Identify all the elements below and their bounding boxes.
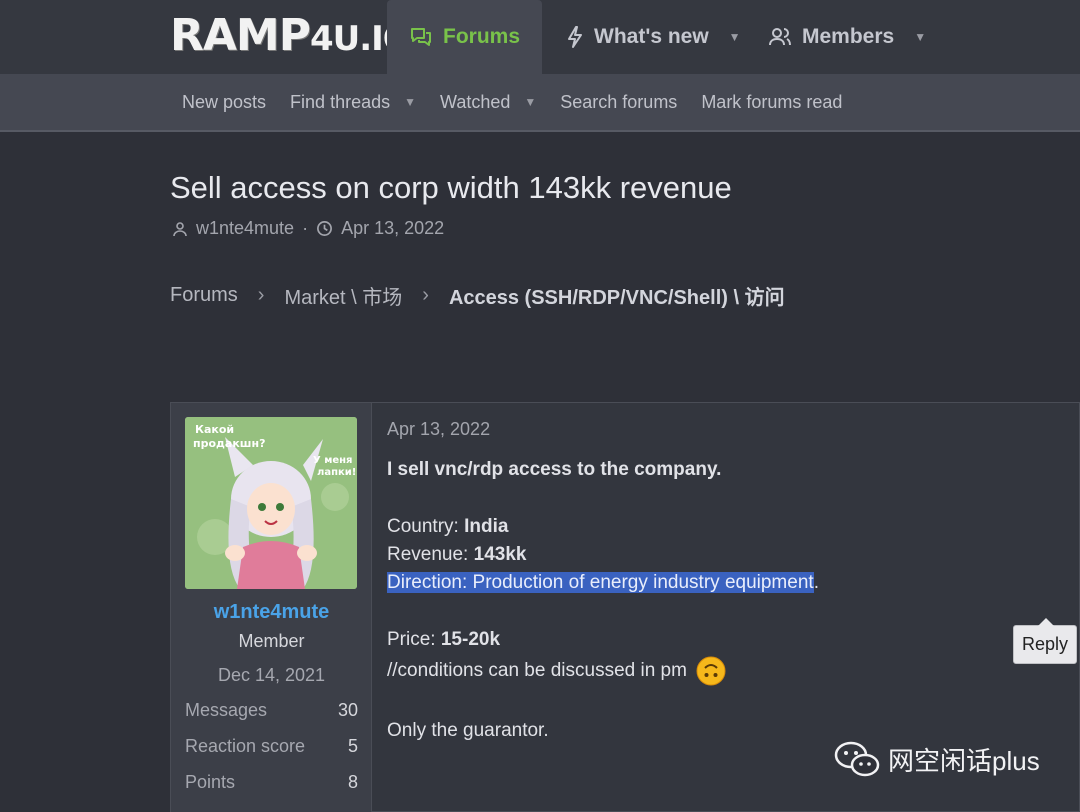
- post-username[interactable]: w1nte4mute: [171, 601, 372, 624]
- tab-whats-new-label: What's new: [594, 25, 709, 48]
- subnav-find-threads-label: Find threads: [290, 91, 391, 112]
- price-label: Price:: [387, 629, 441, 650]
- stat-label: Messages: [185, 700, 268, 720]
- svg-text:лапки!: лапки!: [317, 467, 356, 478]
- revenue-value: 143kk: [473, 544, 527, 565]
- site-logo[interactable]: RAMP 4U.IO: [170, 10, 412, 61]
- conditions-text: //conditions can be discussed in pm: [387, 660, 687, 681]
- breadcrumb-forums[interactable]: Forums: [170, 284, 238, 307]
- subnav-watched-label: Watched: [440, 91, 511, 112]
- logo-main-text: RAMP: [170, 10, 311, 61]
- user-joined-date: Dec 14, 2021: [217, 665, 326, 685]
- users-icon: [769, 28, 791, 46]
- top-navigation: RAMP 4U.IO Forums What's new ▼ Members ▼: [0, 0, 1080, 74]
- stat-value: 8: [347, 772, 358, 792]
- svg-text:У меня: У меня: [313, 455, 352, 466]
- tab-members[interactable]: Members ▼: [768, 0, 926, 74]
- direction-end: .: [813, 572, 819, 593]
- stat-points: Points 8: [185, 772, 358, 793]
- stat-value: 5: [347, 736, 358, 756]
- chevron-down-icon[interactable]: ▼: [404, 95, 416, 109]
- post-body: Apr 13, 2022 I sell vnc/rdp access to th…: [387, 419, 1078, 745]
- subnav-find-threads[interactable]: Find threads ▼: [290, 92, 416, 113]
- breadcrumb: Forums › Market \ 市场 › Access (SSH/RDP/V…: [170, 281, 785, 310]
- subnav-search-forums[interactable]: Search forums: [560, 92, 677, 113]
- stat-value: 30: [337, 700, 358, 720]
- meta-separator: ·: [302, 218, 309, 238]
- stat-messages: Messages 30: [185, 700, 358, 721]
- user-info-panel: Какой продакшн? У меня лапки! w1nte4mute…: [171, 403, 372, 812]
- post-line-price: Price: 15-20k: [387, 626, 1067, 654]
- thread-author[interactable]: w1nte4mute: [196, 218, 294, 239]
- upside-down-smile-icon: [696, 656, 726, 686]
- svg-text:Какой: Какой: [195, 423, 234, 436]
- chevron-right-icon: ›: [257, 284, 265, 306]
- post-line-direction: Direction: Production of energy industry…: [387, 569, 1067, 597]
- chat-bubbles-icon: [411, 28, 431, 46]
- watermark: 网空闲话plus: [834, 740, 1040, 778]
- tab-whats-new[interactable]: What's new ▼: [566, 0, 741, 74]
- chevron-right-icon: ›: [422, 284, 429, 306]
- price-value: 15-20k: [440, 629, 501, 650]
- stat-label: Points: [185, 772, 236, 792]
- watermark-text: 网空闲话plus: [888, 745, 1040, 776]
- tab-members-label: Members: [802, 25, 895, 48]
- page-title: Sell access on corp width 143kk revenue: [170, 170, 732, 205]
- avatar[interactable]: Какой продакшн? У меня лапки!: [185, 417, 357, 589]
- country-value: India: [464, 516, 509, 537]
- selected-text[interactable]: Direction: Production of energy industry…: [387, 572, 814, 593]
- breadcrumb-market[interactable]: Market \ 市场: [284, 281, 402, 310]
- post-line-country: Country: India: [387, 513, 1067, 541]
- subnav-new-posts[interactable]: New posts: [182, 92, 266, 113]
- svg-text:продакшн?: продакшн?: [193, 437, 265, 450]
- stat-reaction-score: Reaction score 5: [185, 736, 358, 757]
- stat-label: Reaction score: [185, 736, 306, 756]
- tab-forums-label: Forums: [443, 25, 521, 48]
- wechat-icon: [834, 741, 880, 777]
- chevron-down-icon[interactable]: ▼: [914, 30, 926, 44]
- post-date[interactable]: Apr 13, 2022: [387, 419, 1067, 440]
- thread-date[interactable]: Apr 13, 2022: [341, 218, 444, 239]
- tab-forums[interactable]: Forums: [387, 0, 543, 74]
- reply-tooltip-button[interactable]: Reply: [1013, 618, 1078, 664]
- revenue-label: Revenue:: [387, 544, 474, 565]
- user-title: Member: [238, 631, 305, 651]
- subnav-watched[interactable]: Watched ▼: [440, 92, 536, 113]
- breadcrumb-access[interactable]: Access (SSH/RDP/VNC/Shell) \ 访问: [449, 281, 785, 310]
- clock-icon: [317, 221, 333, 236]
- post-line-intro: I sell vnc/rdp access to the company.: [387, 459, 722, 480]
- thread-meta: w1nte4mute · Apr 13, 2022: [172, 218, 444, 239]
- post-line-conditions: //conditions can be discussed in pm: [387, 654, 1067, 688]
- sub-navigation: New posts Find threads ▼ Watched ▼ Searc…: [0, 74, 1080, 132]
- user-icon: [173, 221, 187, 236]
- chevron-down-icon[interactable]: ▼: [729, 30, 741, 44]
- post-line-revenue: Revenue: 143kk: [387, 541, 1067, 569]
- country-label: Country:: [387, 516, 465, 537]
- lightning-icon: [568, 26, 582, 48]
- avatar-image: Какой продакшн? У меня лапки!: [185, 417, 357, 589]
- subnav-mark-read[interactable]: Mark forums read: [701, 92, 842, 113]
- chevron-down-icon[interactable]: ▼: [524, 95, 536, 109]
